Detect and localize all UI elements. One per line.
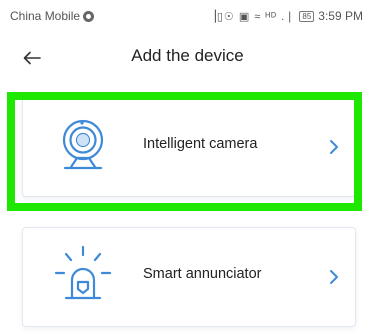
battery-icon: 85 <box>299 10 315 22</box>
carrier-badge-icon <box>83 10 95 22</box>
system-status-icons: ▕▯☉ ▣ ≈ ᴴᴰ .❘ <box>207 10 296 23</box>
page-title: Add the device <box>131 46 244 65</box>
carrier-info: China Mobile <box>10 9 95 23</box>
chevron-right-icon <box>330 140 338 154</box>
device-label: Intelligent camera <box>143 136 258 152</box>
chevron-right-icon <box>330 270 338 284</box>
header: Add the device <box>0 36 375 80</box>
status-time: 3:59 PM <box>318 9 363 23</box>
camera-icon <box>62 119 104 170</box>
status-indicators: ▕▯☉ ▣ ≈ ᴴᴰ .❘ 85 3:59 PM <box>207 9 363 23</box>
device-item-intelligent-camera[interactable]: Intelligent camera <box>22 97 356 197</box>
carrier-name: China Mobile <box>10 9 81 23</box>
status-bar: China Mobile ▕▯☉ ▣ ≈ ᴴᴰ .❘ 85 3:59 PM <box>0 0 375 36</box>
alarm-icon <box>54 245 112 300</box>
device-label: Smart annunciator <box>143 266 262 282</box>
device-item-smart-annunciator[interactable]: Smart annunciator <box>22 227 356 327</box>
